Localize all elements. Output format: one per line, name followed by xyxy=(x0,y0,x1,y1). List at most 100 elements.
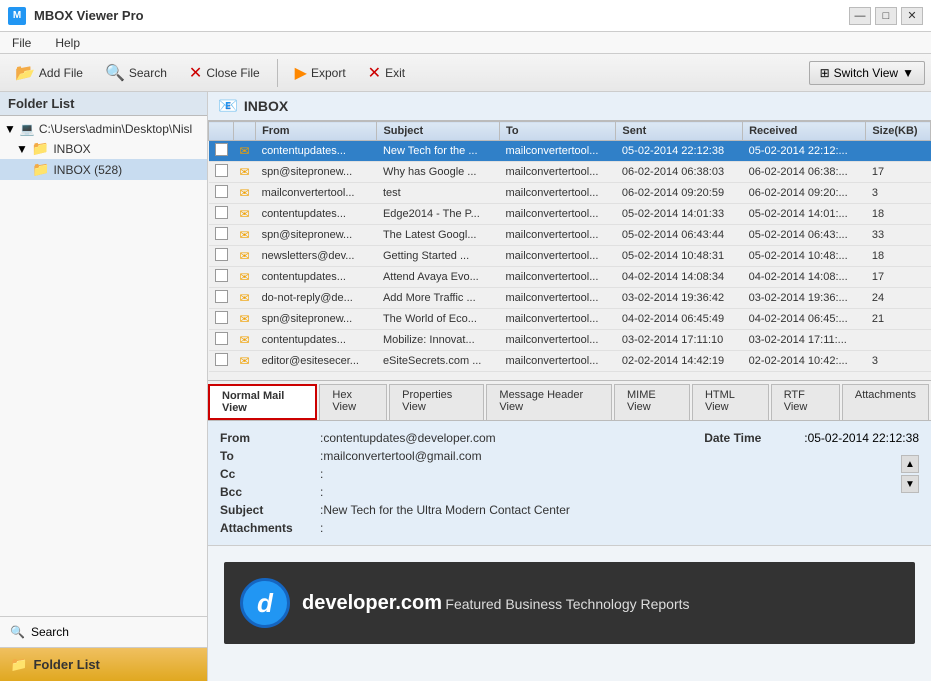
email-size xyxy=(866,141,931,162)
tab-attachments[interactable]: Attachments xyxy=(842,384,929,420)
sidebar-search-button[interactable]: 🔍 Search xyxy=(0,617,207,648)
email-to: mailconvertertool... xyxy=(499,288,615,309)
col-sent[interactable]: Sent xyxy=(616,122,743,141)
sidebar-bottom: 🔍 Search 📁 Folder List xyxy=(0,616,207,681)
add-file-button[interactable]: 📂 Add File xyxy=(6,58,92,88)
email-checkbox[interactable] xyxy=(215,227,228,240)
col-to[interactable]: To xyxy=(499,122,615,141)
menu-file[interactable]: File xyxy=(8,34,35,52)
menu-help[interactable]: Help xyxy=(51,34,84,52)
email-subject: Getting Started ... xyxy=(377,246,500,267)
preview-datetime-line: Date Time : 05-02-2014 22:12:38 xyxy=(704,429,919,447)
tab-hex[interactable]: Hex View xyxy=(319,384,387,420)
table-row[interactable]: ✉ spn@sitepronew... The Latest Googl... … xyxy=(209,225,931,246)
email-checkbox-cell[interactable] xyxy=(209,225,234,246)
email-sent: 04-02-2014 06:45:49 xyxy=(616,309,743,330)
email-checkbox-cell[interactable] xyxy=(209,204,234,225)
email-icon-cell: ✉ xyxy=(234,204,256,225)
email-checkbox[interactable] xyxy=(215,332,228,345)
email-checkbox[interactable] xyxy=(215,269,228,282)
subject-label: Subject xyxy=(220,503,320,517)
email-subject: The Latest Googl... xyxy=(377,225,500,246)
tab-rtf[interactable]: RTF View xyxy=(771,384,840,420)
export-label: Export xyxy=(311,66,346,80)
table-row[interactable]: ✉ mailconvertertool... test mailconverte… xyxy=(209,183,931,204)
email-checkbox[interactable] xyxy=(215,311,228,324)
preview-header: From : contentupdates@developer.com To :… xyxy=(208,421,931,546)
switch-view-button[interactable]: ⊞ Switch View ▼ xyxy=(809,61,925,85)
email-subject: Add More Traffic ... xyxy=(377,288,500,309)
sidebar-search-label: Search xyxy=(31,625,69,639)
dev-tagline: Featured Business Technology Reports xyxy=(445,596,689,612)
email-checkbox-cell[interactable] xyxy=(209,162,234,183)
minimize-button[interactable]: — xyxy=(849,7,871,25)
tab-message-header[interactable]: Message Header View xyxy=(486,384,612,420)
email-checkbox-cell[interactable] xyxy=(209,183,234,204)
email-checkbox-cell[interactable] xyxy=(209,288,234,309)
email-subject: New Tech for the ... xyxy=(377,141,500,162)
table-row[interactable]: ✉ spn@sitepronew... The World of Eco... … xyxy=(209,309,931,330)
tree-item-inbox-root[interactable]: ▼ 📁 INBOX xyxy=(0,138,207,159)
email-checkbox[interactable] xyxy=(215,185,228,198)
search-button[interactable]: 🔍 Search xyxy=(96,58,176,88)
bcc-value: : xyxy=(320,485,323,499)
table-row[interactable]: ✉ editor@esitesecer... eSiteSecrets.com … xyxy=(209,351,931,372)
email-checkbox[interactable] xyxy=(215,353,228,366)
email-icon-cell: ✉ xyxy=(234,309,256,330)
email-checkbox[interactable] xyxy=(215,248,228,261)
table-row[interactable]: ✉ contentupdates... New Tech for the ...… xyxy=(209,141,931,162)
preview-banner: d developer.com Featured Business Techno… xyxy=(224,562,915,644)
tab-mime[interactable]: MIME View xyxy=(614,384,690,420)
email-list[interactable]: From Subject To Sent Received Size(KB) ✉… xyxy=(208,121,931,381)
email-checkbox-cell[interactable] xyxy=(209,309,234,330)
scroll-down-button[interactable]: ▼ xyxy=(901,475,919,493)
close-file-button[interactable]: ✕ Close File xyxy=(180,58,269,88)
email-checkbox[interactable] xyxy=(215,143,228,156)
preview-pane: From : contentupdates@developer.com To :… xyxy=(208,421,931,681)
email-from: do-not-reply@de... xyxy=(256,288,377,309)
tree-item-root[interactable]: ▼ 💻 C:\Users\admin\Desktop\Nisl xyxy=(0,120,207,138)
datetime-value: 05-02-2014 22:12:38 xyxy=(808,431,919,445)
preview-scroll-buttons: ▲ ▼ xyxy=(901,455,919,493)
email-checkbox-cell[interactable] xyxy=(209,330,234,351)
email-size: 24 xyxy=(866,288,931,309)
table-row[interactable]: ✉ do-not-reply@de... Add More Traffic ..… xyxy=(209,288,931,309)
maximize-button[interactable]: □ xyxy=(875,7,897,25)
email-checkbox[interactable] xyxy=(215,164,228,177)
email-size: 3 xyxy=(866,183,931,204)
table-row[interactable]: ✉ contentupdates... Edge2014 - The P... … xyxy=(209,204,931,225)
table-row[interactable]: ✉ contentupdates... Attend Avaya Evo... … xyxy=(209,267,931,288)
table-row[interactable]: ✉ contentupdates... Mobilize: Innovat...… xyxy=(209,330,931,351)
table-row[interactable]: ✉ newsletters@dev... Getting Started ...… xyxy=(209,246,931,267)
tab-properties[interactable]: Properties View xyxy=(389,384,484,420)
table-row[interactable]: ✉ spn@sitepronew... Why has Google ... m… xyxy=(209,162,931,183)
col-subject[interactable]: Subject xyxy=(377,122,500,141)
email-from: contentupdates... xyxy=(256,330,377,351)
bcc-label: Bcc xyxy=(220,485,320,499)
col-check xyxy=(209,122,234,141)
scroll-up-button[interactable]: ▲ xyxy=(901,455,919,473)
email-checkbox[interactable] xyxy=(215,206,228,219)
email-size: 17 xyxy=(866,162,931,183)
sidebar-folder-button[interactable]: 📁 Folder List xyxy=(0,648,207,681)
export-button[interactable]: ▶ Export xyxy=(286,58,355,88)
email-from: spn@sitepronew... xyxy=(256,225,377,246)
email-checkbox-cell[interactable] xyxy=(209,267,234,288)
email-sent: 05-02-2014 22:12:38 xyxy=(616,141,743,162)
col-received[interactable]: Received xyxy=(743,122,866,141)
email-checkbox-cell[interactable] xyxy=(209,351,234,372)
tree-item-inbox-selected[interactable]: 📁 INBOX (528) xyxy=(0,159,207,180)
col-from[interactable]: From xyxy=(256,122,377,141)
col-size[interactable]: Size(KB) xyxy=(866,122,931,141)
dev-banner-text: developer.com Featured Business Technolo… xyxy=(302,592,690,615)
email-received: 05-02-2014 14:01:... xyxy=(743,204,866,225)
close-button[interactable]: ✕ xyxy=(901,7,923,25)
tab-html[interactable]: HTML View xyxy=(692,384,769,420)
exit-button[interactable]: ✕ Exit xyxy=(359,58,414,88)
tab-normal[interactable]: Normal Mail View xyxy=(208,384,317,420)
email-checkbox-cell[interactable] xyxy=(209,246,234,267)
email-size: 33 xyxy=(866,225,931,246)
email-checkbox-cell[interactable] xyxy=(209,141,234,162)
email-checkbox[interactable] xyxy=(215,290,228,303)
email-to: mailconvertertool... xyxy=(499,330,615,351)
